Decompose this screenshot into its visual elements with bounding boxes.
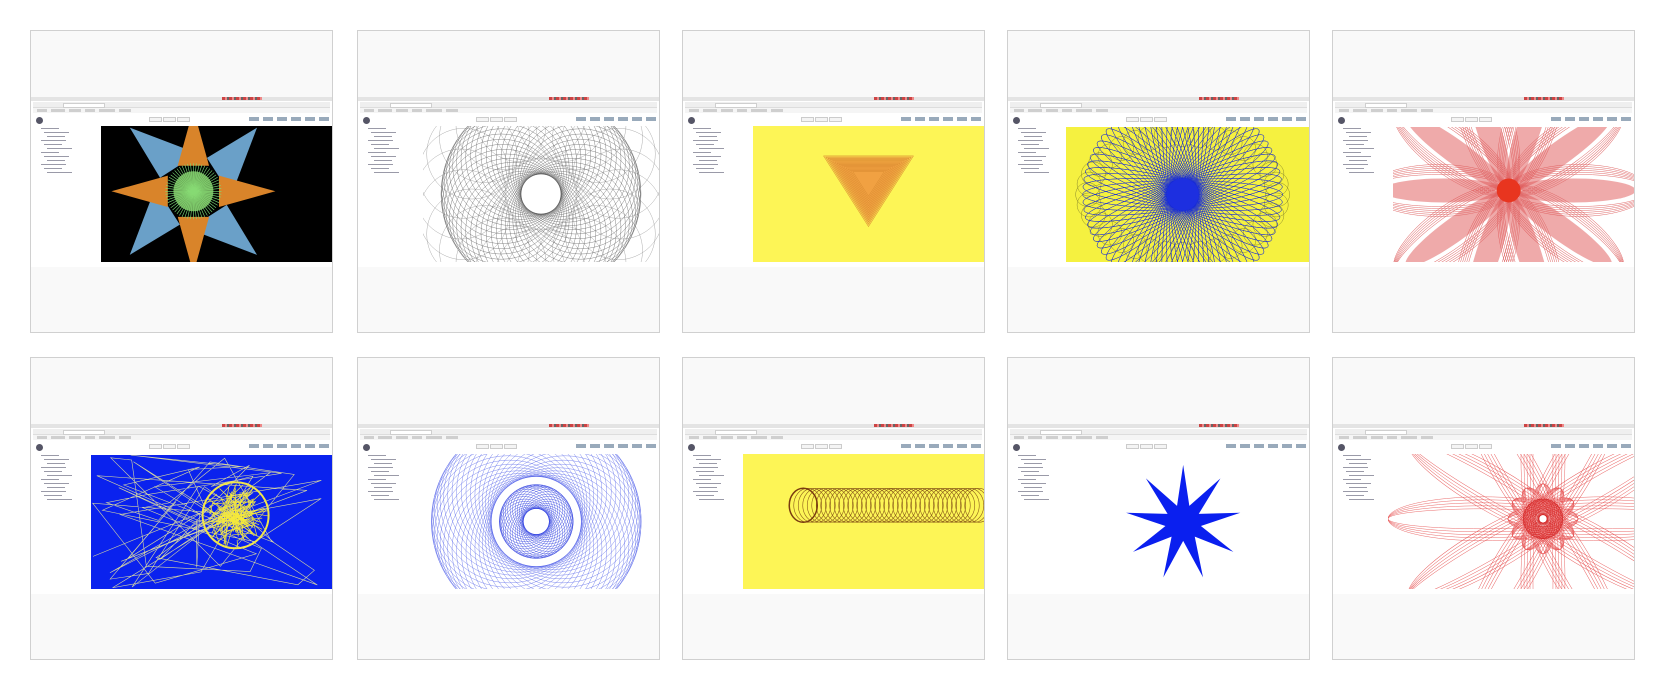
file-tree-panel	[685, 441, 745, 591]
toolbar-button[interactable]	[490, 117, 503, 122]
file-tree-panel	[1335, 441, 1395, 591]
red-spirograph-drawing	[1388, 454, 1634, 589]
toolbar-button[interactable]	[1126, 117, 1139, 122]
file-tree-panel	[1335, 114, 1395, 264]
thumbnail-gallery	[0, 0, 1664, 678]
app-logo-icon	[688, 117, 695, 124]
file-tree-panel	[685, 114, 745, 264]
drawing-canvas	[1388, 454, 1634, 589]
gallery-tile-yellow-scribble[interactable]	[30, 357, 333, 660]
app-logo-icon	[36, 117, 43, 124]
app-screenshot-thumbnail	[358, 97, 659, 267]
drawing-canvas	[743, 454, 984, 589]
toolbar-button[interactable]	[1154, 444, 1167, 449]
toolbar-button[interactable]	[801, 444, 814, 449]
drawing-canvas	[1393, 127, 1634, 262]
toolbar-button[interactable]	[1479, 444, 1492, 449]
brown-tube-drawing	[788, 487, 984, 524]
gallery-tile-blue-circles[interactable]	[357, 357, 660, 660]
app-screenshot-thumbnail	[31, 424, 332, 594]
toolbar-button[interactable]	[1140, 444, 1153, 449]
app-logo-icon	[1013, 117, 1020, 124]
gallery-tile-brown-tube[interactable]	[682, 357, 985, 660]
gallery-tile-gray-circles[interactable]	[357, 30, 660, 333]
app-logo-icon	[1338, 444, 1345, 451]
orange-triangle-drawing	[823, 155, 914, 228]
drawing-canvas	[1066, 127, 1309, 262]
blue-flower-drawing	[1075, 127, 1290, 262]
gallery-tile-orange-triangle[interactable]	[682, 30, 985, 333]
star-spiral-drawing	[111, 126, 276, 262]
app-screenshot-thumbnail	[31, 97, 332, 267]
toolbar-button[interactable]	[149, 117, 162, 122]
app-logo-icon	[363, 444, 370, 451]
toolbar-button[interactable]	[801, 117, 814, 122]
gallery-tile-blue-flower-yellow[interactable]	[1007, 30, 1310, 333]
file-tree-panel	[1010, 114, 1070, 264]
app-screenshot-thumbnail	[1333, 424, 1634, 594]
file-tree-panel	[360, 114, 420, 264]
gallery-tile-star-spiral[interactable]	[30, 30, 333, 333]
toolbar-button[interactable]	[1140, 117, 1153, 122]
app-screenshot-thumbnail	[1333, 97, 1634, 267]
drawing-canvas	[91, 455, 332, 589]
app-logo-icon	[688, 444, 695, 451]
red-flower-drawing	[1393, 127, 1634, 262]
toolbar-button[interactable]	[149, 444, 162, 449]
drawing-canvas	[423, 126, 659, 262]
toolbar-button[interactable]	[1154, 117, 1167, 122]
toolbar-button[interactable]	[829, 444, 842, 449]
yellow-scribble-drawing	[92, 455, 322, 589]
toolbar-button[interactable]	[504, 117, 517, 122]
gallery-tile-blue-star[interactable]	[1007, 357, 1310, 660]
toolbar-button[interactable]	[504, 444, 517, 449]
blue-circles-drawing	[431, 454, 642, 589]
app-logo-icon	[363, 117, 370, 124]
drawing-canvas	[423, 454, 659, 589]
toolbar-button[interactable]	[1465, 444, 1478, 449]
toolbar-button[interactable]	[163, 117, 176, 122]
file-tree-panel	[1010, 441, 1070, 591]
toolbar-button[interactable]	[1451, 117, 1464, 122]
gallery-tile-red-flower[interactable]	[1332, 30, 1635, 333]
drawing-canvas	[753, 126, 984, 262]
toolbar-button[interactable]	[815, 117, 828, 122]
toolbar-button[interactable]	[177, 117, 190, 122]
app-screenshot-thumbnail	[683, 97, 984, 267]
file-tree-panel	[33, 441, 93, 591]
toolbar-button[interactable]	[163, 444, 176, 449]
file-tree-panel	[360, 441, 420, 591]
toolbar-button[interactable]	[815, 444, 828, 449]
toolbar-button[interactable]	[476, 117, 489, 122]
app-screenshot-thumbnail	[1008, 424, 1309, 594]
toolbar-button[interactable]	[829, 117, 842, 122]
toolbar-button[interactable]	[476, 444, 489, 449]
blue-star-drawing	[1126, 464, 1241, 578]
app-screenshot-thumbnail	[1008, 97, 1309, 267]
drawing-canvas	[1076, 454, 1309, 589]
toolbar-button[interactable]	[1126, 444, 1139, 449]
toolbar-button[interactable]	[1451, 444, 1464, 449]
drawing-canvas	[101, 126, 332, 262]
gray-circles-drawing	[423, 126, 659, 262]
app-screenshot-thumbnail	[358, 424, 659, 594]
toolbar-button[interactable]	[1465, 117, 1478, 122]
app-logo-icon	[36, 444, 43, 451]
toolbar-button[interactable]	[1479, 117, 1492, 122]
toolbar-button[interactable]	[177, 444, 190, 449]
gallery-tile-red-spirograph[interactable]	[1332, 357, 1635, 660]
toolbar-button[interactable]	[490, 444, 503, 449]
file-tree-panel	[33, 114, 93, 264]
app-screenshot-thumbnail	[683, 424, 984, 594]
app-logo-icon	[1013, 444, 1020, 451]
app-logo-icon	[1338, 117, 1345, 124]
